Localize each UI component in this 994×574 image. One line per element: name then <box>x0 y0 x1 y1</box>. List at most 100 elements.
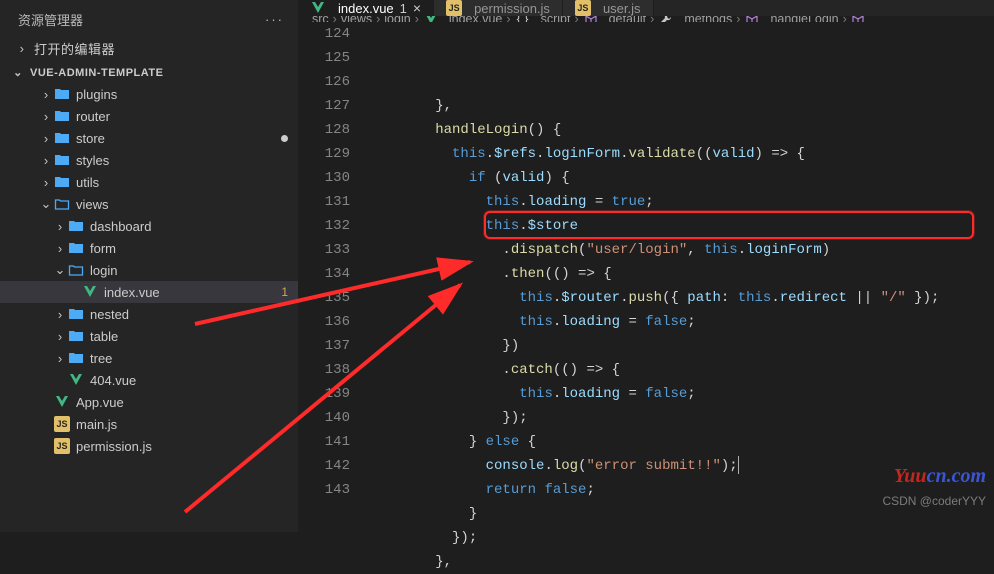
tree-item-table[interactable]: ›table <box>0 325 298 347</box>
code-line[interactable]: }) <box>368 334 994 358</box>
tree-item-index-vue[interactable]: index.vue1 <box>0 281 298 303</box>
code-line[interactable]: this.loading = false; <box>368 382 994 406</box>
text-cursor <box>738 456 739 474</box>
line-number: 133 <box>298 238 350 262</box>
tree-item-label: views <box>76 197 109 212</box>
line-number: 130 <box>298 166 350 190</box>
tree-item-label: form <box>90 241 116 256</box>
tree-item-label: plugins <box>76 87 117 102</box>
line-number: 137 <box>298 334 350 358</box>
code-line[interactable]: this.$refs.loginForm.validate((valid) =>… <box>368 142 994 166</box>
close-icon[interactable]: × <box>413 0 421 16</box>
tree-item-router[interactable]: ›router <box>0 105 298 127</box>
code-line[interactable]: .dispatch("user/login", this.loginForm) <box>368 238 994 262</box>
tree-item-form[interactable]: ›form <box>0 237 298 259</box>
tab-bar: index.vue1×JSpermission.js JS user.js <box>298 0 994 16</box>
tree-item-dashboard[interactable]: › dashboard <box>0 215 298 237</box>
tab-index-vue[interactable]: index.vue1× <box>298 0 434 16</box>
code-line[interactable]: console.log("error submit!!"); <box>368 454 994 478</box>
line-number: 129 <box>298 142 350 166</box>
tree-item-tree[interactable]: ›tree <box>0 347 298 369</box>
tree-item-label: App.vue <box>76 395 124 410</box>
line-number: 140 <box>298 406 350 430</box>
code-line[interactable]: .then(() => { <box>368 262 994 286</box>
code-line[interactable]: return false; <box>368 478 994 502</box>
code-line[interactable]: }); <box>368 526 994 550</box>
code-line[interactable]: }, <box>368 94 994 118</box>
tree-item-store[interactable]: › store <box>0 127 298 149</box>
open-editors-section[interactable]: › 打开的编辑器 <box>0 35 298 62</box>
line-gutter: 1241251261271281291301311321331341351361… <box>298 22 368 574</box>
sidebar-title: 资源管理器 <box>18 10 83 29</box>
tree-item-views[interactable]: ⌄views <box>0 193 298 215</box>
tree-item-404-vue[interactable]: 404.vue <box>0 369 298 391</box>
tree-item-plugins[interactable]: › plugins <box>0 83 298 105</box>
line-number: 136 <box>298 310 350 334</box>
tree-item-App-vue[interactable]: App.vue <box>0 391 298 413</box>
folder-open-icon <box>68 262 84 278</box>
code-line[interactable]: }, <box>368 550 994 574</box>
vue-icon <box>310 0 326 16</box>
chevron-icon: › <box>52 219 68 234</box>
folder-icon <box>68 350 84 366</box>
line-number: 138 <box>298 358 350 382</box>
js-icon: JS <box>575 0 591 16</box>
chevron-right-icon: › <box>14 41 30 56</box>
tree-item-utils[interactable]: ›utils <box>0 171 298 193</box>
line-number: 132 <box>298 214 350 238</box>
code-line[interactable]: handleLogin() { <box>368 118 994 142</box>
code-line[interactable]: this.loading = true; <box>368 190 994 214</box>
code-line[interactable]: this.$router.push({ path: this.redirect … <box>368 286 994 310</box>
folder-icon <box>54 130 70 146</box>
code-line[interactable]: this.loading = false; <box>368 310 994 334</box>
tree-item-label: 404.vue <box>90 373 136 388</box>
tree-item-permission-js[interactable]: JSpermission.js <box>0 435 298 457</box>
modified-dot-icon <box>281 135 288 142</box>
tree-item-nested[interactable]: › nested <box>0 303 298 325</box>
tree-item-login[interactable]: ⌄ login <box>0 259 298 281</box>
tree-item-label: nested <box>90 307 129 322</box>
tree-item-label: styles <box>76 153 109 168</box>
tree-item-label: dashboard <box>90 219 151 234</box>
chevron-icon: ⌄ <box>52 262 68 278</box>
chevron-down-icon: ⌄ <box>10 66 26 79</box>
tab-user-js[interactable]: JS user.js <box>563 0 654 16</box>
folder-icon <box>68 328 84 344</box>
tree-item-label: store <box>76 131 105 146</box>
vue-icon <box>68 372 84 388</box>
chevron-icon: › <box>38 131 54 146</box>
code-view[interactable]: 1241251261271281291301311321331341351361… <box>298 22 994 574</box>
sidebar-header: 资源管理器 ··· <box>0 0 298 35</box>
chevron-icon: › <box>52 329 68 344</box>
sidebar-more-icon[interactable]: ··· <box>265 12 284 27</box>
code-line[interactable]: } else { <box>368 430 994 454</box>
code-lines[interactable]: }, handleLogin() { this.$refs.loginForm.… <box>368 22 994 574</box>
code-line[interactable]: }); <box>368 406 994 430</box>
project-section[interactable]: ⌄ VUE-ADMIN-TEMPLATE <box>0 62 298 83</box>
code-line[interactable]: .catch(() => { <box>368 358 994 382</box>
chevron-icon: › <box>52 351 68 366</box>
code-line[interactable]: this.$store <box>368 214 994 238</box>
tree-item-styles[interactable]: › styles <box>0 149 298 171</box>
line-number: 143 <box>298 478 350 502</box>
tab-label: user.js <box>603 1 641 16</box>
chevron-icon: › <box>52 307 68 322</box>
code-line[interactable]: if (valid) { <box>368 166 994 190</box>
folder-icon <box>54 152 70 168</box>
tree-item-label: login <box>90 263 117 278</box>
line-number: 125 <box>298 46 350 70</box>
line-number: 142 <box>298 454 350 478</box>
folder-icon <box>68 240 84 256</box>
line-number: 131 <box>298 190 350 214</box>
chevron-icon: › <box>38 153 54 168</box>
tree-item-main-js[interactable]: JSmain.js <box>0 413 298 435</box>
chevron-icon: › <box>38 87 54 102</box>
chevron-icon: › <box>38 109 54 124</box>
line-number: 124 <box>298 22 350 46</box>
tab-label: index.vue <box>338 1 394 16</box>
code-line[interactable]: } <box>368 502 994 526</box>
folder-open-icon <box>54 196 70 212</box>
line-number: 139 <box>298 382 350 406</box>
folder-icon <box>54 86 70 102</box>
tab-permission-js[interactable]: JSpermission.js <box>434 0 563 16</box>
